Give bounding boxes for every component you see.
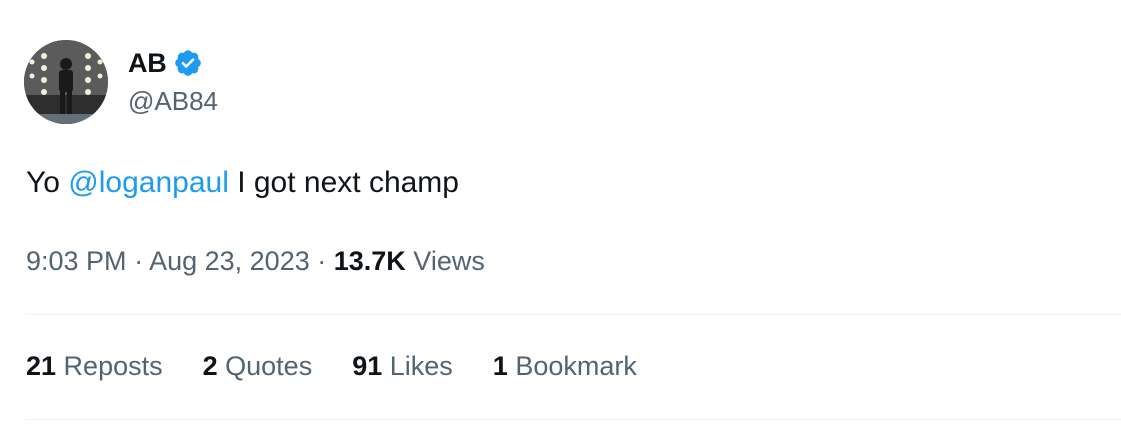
- divider: [26, 314, 1121, 315]
- mention-link[interactable]: @loganpaul: [68, 166, 229, 199]
- tweet-meta: 9:03 PM · Aug 23, 2023 · 13.7K Views: [26, 246, 485, 277]
- quotes-label: Quotes: [217, 351, 313, 381]
- bookmarks-count: 1: [492, 351, 508, 381]
- likes-stat[interactable]: 91 Likes: [352, 351, 453, 382]
- display-name-row: AB: [128, 46, 218, 80]
- reposts-count: 21: [26, 351, 57, 381]
- bookmarks-stat[interactable]: 1 Bookmark: [493, 351, 637, 382]
- reposts-label: Reposts: [56, 351, 163, 381]
- likes-count: 91: [352, 351, 383, 381]
- reposts-stat[interactable]: 21 Reposts: [26, 351, 163, 382]
- quotes-stat[interactable]: 2 Quotes: [203, 351, 313, 382]
- display-name[interactable]: AB: [128, 48, 167, 79]
- tweet-date[interactable]: Aug 23, 2023: [149, 246, 310, 276]
- author-handle[interactable]: @AB84: [128, 86, 218, 117]
- views-count: 13.7K: [333, 246, 406, 276]
- tweet-text-end: I got next champ: [228, 166, 459, 199]
- bookmarks-label: Bookmark: [507, 351, 637, 381]
- meta-separator: ·: [126, 246, 150, 276]
- tweet-text-start: Yo: [26, 166, 69, 199]
- tweet-header: AB @AB84: [24, 40, 218, 124]
- quotes-count: 2: [202, 351, 218, 381]
- tweet-text: Yo @loganpaul I got next champ: [26, 166, 459, 200]
- meta-separator: ·: [309, 246, 334, 276]
- likes-label: Likes: [382, 351, 453, 381]
- tweet-card: AB @AB84 Yo @loganpaul I got next champ …: [0, 0, 1121, 429]
- author-names: AB @AB84: [128, 46, 218, 117]
- views-label: Views: [405, 246, 485, 276]
- verified-badge-icon[interactable]: [173, 48, 203, 78]
- tweet-time[interactable]: 9:03 PM: [26, 246, 127, 276]
- engagement-stats: 21 Reposts 2 Quotes 91 Likes 1 Bookmark: [26, 351, 677, 382]
- avatar[interactable]: [24, 40, 108, 124]
- avatar-image: [24, 40, 108, 124]
- divider: [26, 419, 1121, 420]
